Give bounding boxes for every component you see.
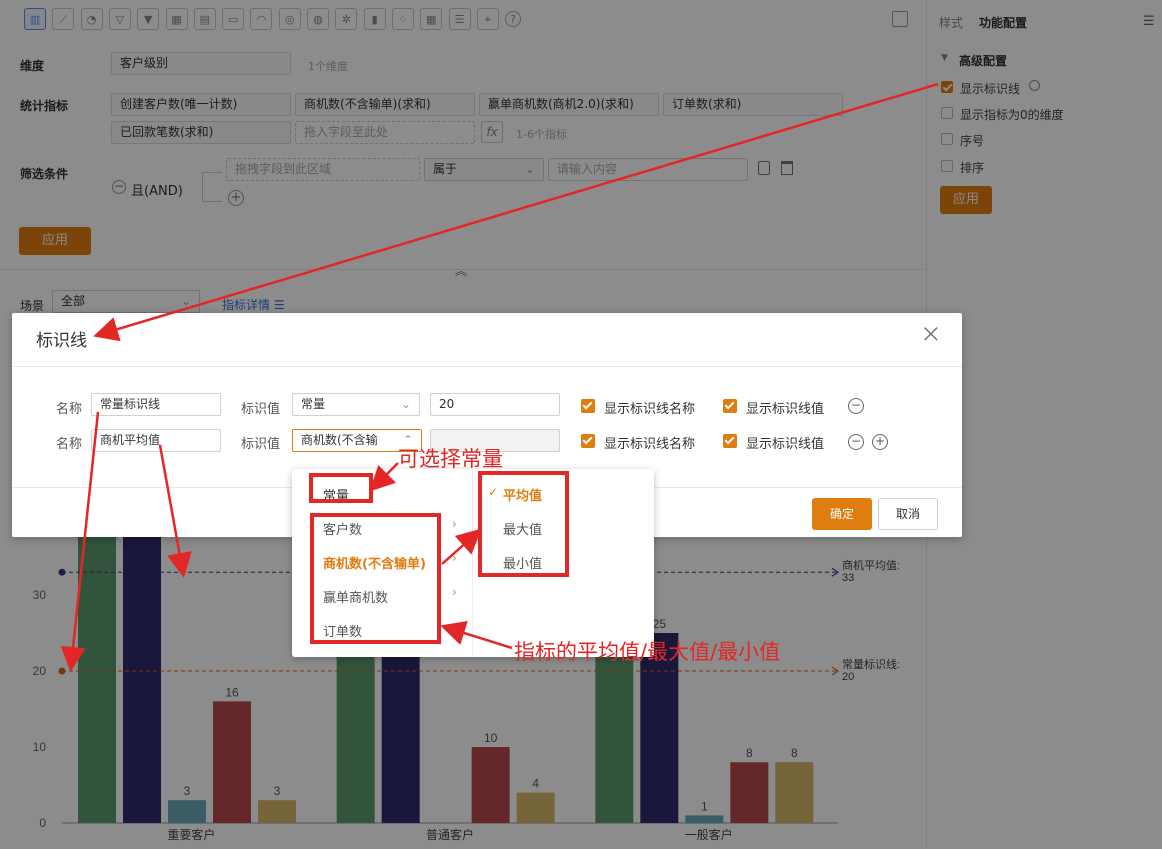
arrow-to-constant: [369, 462, 399, 492]
arrow-name-to-constant-line: [60, 411, 100, 672]
annotation-arrows: [60, 82, 939, 672]
arrow-to-dialog-title: [93, 82, 939, 342]
arrow-from-note-to-metrics: [440, 621, 513, 650]
arrow-to-aggregation: [441, 528, 482, 565]
arrow-name-to-avg-line: [158, 444, 192, 578]
